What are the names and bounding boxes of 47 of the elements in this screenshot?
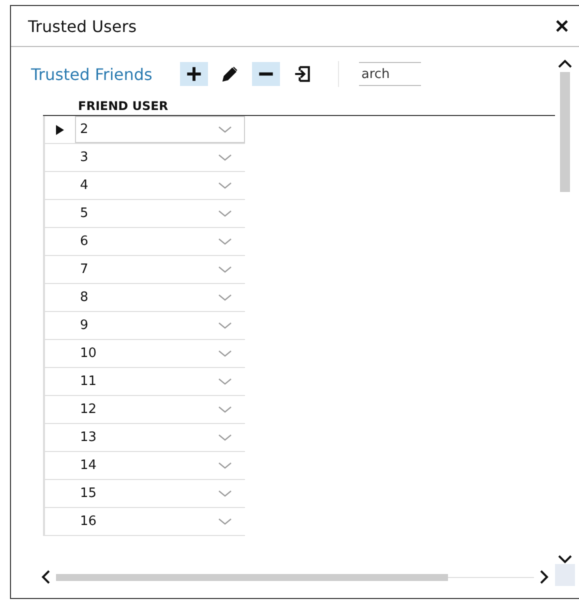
remove-button[interactable] xyxy=(252,62,280,86)
add-button[interactable] xyxy=(180,62,208,86)
dropdown-cell[interactable]: 5 xyxy=(75,200,245,227)
dropdown-cell[interactable]: 13 xyxy=(75,424,245,451)
scroll-down-icon[interactable] xyxy=(558,555,572,564)
chevron-down-icon xyxy=(218,406,232,414)
dropdown-cell[interactable]: 2 xyxy=(75,116,245,143)
dropdown-cell[interactable]: 9 xyxy=(75,312,245,339)
scroll-up-icon[interactable] xyxy=(558,59,572,68)
dropdown-cell[interactable]: 12 xyxy=(75,396,245,423)
chevron-down-icon xyxy=(218,182,232,190)
scrollbar-thumb[interactable] xyxy=(560,72,570,192)
chevron-down-icon xyxy=(218,294,232,302)
chevron-down-icon xyxy=(218,378,232,386)
chevron-down-icon xyxy=(218,350,232,358)
dropdown-cell[interactable]: 11 xyxy=(75,368,245,395)
pencil-icon xyxy=(222,66,238,82)
scroll-left-icon[interactable] xyxy=(41,570,50,584)
close-icon[interactable] xyxy=(555,19,569,33)
dropdown-cell[interactable]: 15 xyxy=(75,480,245,507)
dropdown-cell[interactable]: 7 xyxy=(75,256,245,283)
chevron-down-icon xyxy=(218,490,232,498)
dropdown-cell[interactable]: 16 xyxy=(75,508,245,535)
dropdown-cell[interactable]: 14 xyxy=(75,452,245,479)
plus-icon xyxy=(186,66,202,82)
chevron-down-icon xyxy=(218,210,232,218)
column-header: FRIEND USER xyxy=(77,99,168,115)
chevron-down-icon xyxy=(218,126,232,134)
import-icon xyxy=(294,66,310,82)
scroll-right-icon[interactable] xyxy=(540,570,549,584)
chevron-down-icon xyxy=(218,238,232,246)
dropdown-cell[interactable]: 4 xyxy=(75,172,245,199)
window-title: Trusted Users xyxy=(28,16,137,36)
chevron-down-icon xyxy=(218,462,232,470)
dropdown-cell[interactable]: 3 xyxy=(75,144,245,171)
dropdown-cell[interactable]: 6 xyxy=(75,228,245,255)
panel-title: Trusted Friends xyxy=(31,64,152,84)
dropdown-cell[interactable]: 10 xyxy=(75,340,245,367)
chevron-down-icon xyxy=(218,322,232,330)
chevron-down-icon xyxy=(218,154,232,162)
chevron-down-icon xyxy=(218,266,232,274)
scrollbar-corner xyxy=(555,564,575,586)
search-field[interactable]: arch xyxy=(359,62,422,86)
chevron-down-icon xyxy=(218,434,232,442)
dropdown-cell[interactable]: 8 xyxy=(75,284,245,311)
chevron-down-icon xyxy=(218,518,232,526)
scrollbar-thumb[interactable] xyxy=(56,574,448,580)
